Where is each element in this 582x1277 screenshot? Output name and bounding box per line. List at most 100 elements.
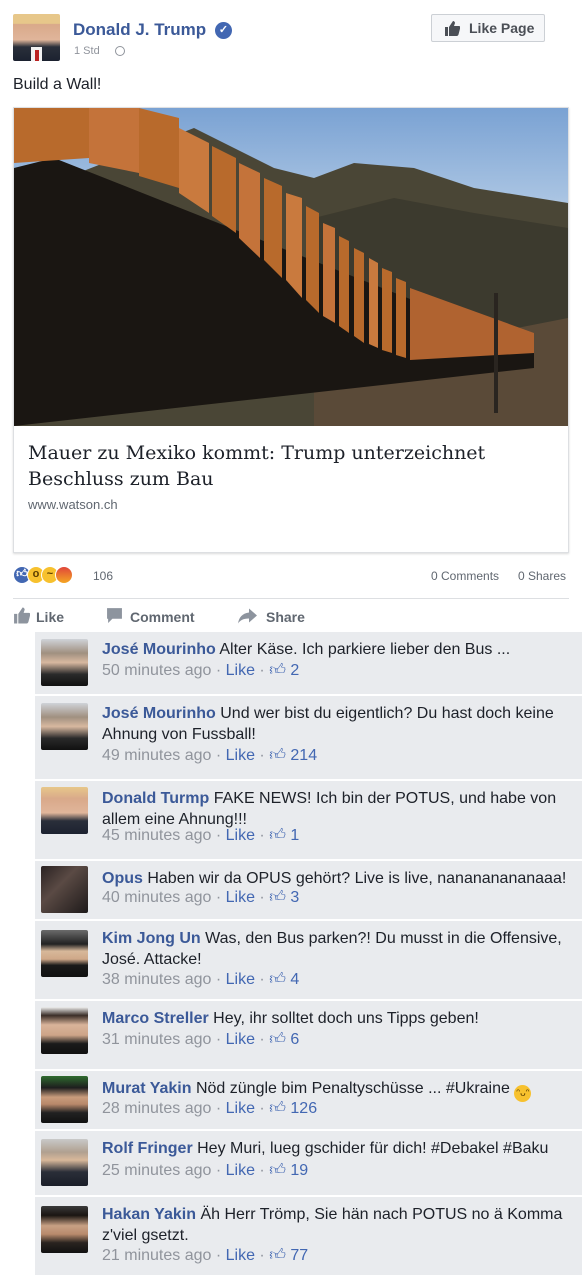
comment-item: Opus Haben wir da OPUS gehört? Live is l… (35, 861, 582, 921)
tears-of-joy-emoji-icon: ᵔᴗᵔ (514, 1085, 532, 1102)
comment-meta: 21 minutes ago · Like · 👍︎ 77 (102, 1247, 309, 1264)
comment-item: José Mourinho Und wer bist du eigentlich… (35, 696, 582, 781)
comment-like-count[interactable]: 1 (290, 827, 299, 844)
comment-time[interactable]: 38 minutes ago (102, 971, 211, 988)
commenter-name[interactable]: Hakan Yakin (102, 1206, 196, 1223)
commenter-name[interactable]: José Mourinho (102, 705, 216, 722)
comment-like-link[interactable]: Like (226, 1247, 255, 1264)
comment-meta: 49 minutes ago · Like · 👍︎ 214 (102, 747, 318, 764)
reaction-count[interactable]: 106 (93, 569, 113, 583)
page-avatar[interactable] (13, 14, 60, 61)
comment-time[interactable]: 49 minutes ago (102, 747, 211, 764)
commenter-avatar[interactable] (41, 1007, 88, 1054)
like-label: Like (36, 609, 65, 625)
comment-time[interactable]: 25 minutes ago (102, 1162, 211, 1179)
commenter-avatar[interactable] (41, 639, 88, 686)
like-page-label: Like Page (469, 20, 535, 36)
comment-meta: 40 minutes ago · Like · 👍︎ 3 (102, 889, 300, 906)
comment-meta: 50 minutes ago · Like · 👍︎ 2 (102, 662, 300, 679)
link-domain: www.watson.ch (28, 497, 118, 512)
comment-time[interactable]: 21 minutes ago (102, 1247, 211, 1264)
commenter-name[interactable]: Rolf Fringer (102, 1140, 193, 1157)
comment-like-link[interactable]: Like (226, 662, 255, 679)
comment-time[interactable]: 45 minutes ago (102, 827, 211, 844)
commenter-avatar[interactable] (41, 930, 88, 977)
comment-like-link[interactable]: Like (226, 1031, 255, 1048)
commenter-avatar[interactable] (41, 787, 88, 834)
thumbs-up-icon: 👍︎ (269, 747, 286, 764)
comment-time[interactable]: 28 minutes ago (102, 1100, 211, 1117)
comment-like-link[interactable]: Like (226, 747, 255, 764)
post-header: Donald J. Trump ✓ 1 Std Like Page (13, 14, 569, 64)
link-title[interactable]: Mauer zu Mexiko kommt: Trump unterzeichn… (28, 440, 548, 492)
comment-like-link[interactable]: Like (226, 1162, 255, 1179)
reactions-summary[interactable]: 👍︎ o ~ 106 0 Comments 0 Shares (13, 565, 569, 589)
thumbs-up-icon (13, 607, 31, 627)
like-page-button[interactable]: Like Page (431, 14, 545, 42)
thumbs-up-icon: 👍︎ (269, 971, 286, 988)
thumbs-up-icon: 👍︎ (269, 827, 286, 844)
comment-like-link[interactable]: Like (226, 971, 255, 988)
comment-like-count[interactable]: 126 (290, 1100, 317, 1117)
comment-like-count[interactable]: 214 (290, 747, 317, 764)
share-label: Share (266, 609, 305, 625)
comment-text: Haben wir da OPUS gehört? Live is live, … (147, 870, 567, 887)
thumbs-up-icon: 👍︎ (269, 1247, 286, 1264)
comment-like-count[interactable]: 2 (290, 662, 299, 679)
comment-like-count[interactable]: 4 (290, 971, 299, 988)
thumbs-up-icon (444, 21, 461, 39)
comment-item: Rolf Fringer Hey Muri, lueg gschider für… (35, 1131, 582, 1197)
comment-like-count[interactable]: 77 (290, 1247, 308, 1264)
post-actions: Like Comment Share (13, 605, 569, 629)
thumbs-up-icon: 👍︎ (269, 1100, 286, 1117)
comment-like-count[interactable]: 19 (290, 1162, 308, 1179)
border-wall-photo[interactable] (14, 108, 568, 426)
comment-item: Hakan Yakin Äh Herr Trömp, Sie hän nach … (35, 1197, 582, 1277)
comment-item: Donald Turmp FAKE NEWS! Ich bin der POTU… (35, 781, 582, 861)
comments-count-link[interactable]: 0 Comments (431, 569, 499, 583)
comment-text: Nöd züngle bim Penaltyschüsse ... #Ukrai… (195, 1080, 510, 1097)
comment-like-link[interactable]: Like (226, 827, 255, 844)
commenter-avatar[interactable] (41, 1206, 88, 1253)
comment-item: Marco Streller Hey, ihr solltet doch uns… (35, 1001, 582, 1071)
commenter-name[interactable]: Opus (102, 870, 143, 887)
commenter-avatar[interactable] (41, 866, 88, 913)
thumbs-up-icon: 👍︎ (269, 1162, 286, 1179)
commenter-avatar[interactable] (41, 1139, 88, 1186)
comment-item: Murat Yakin Nöd züngle bim Penaltyschüss… (35, 1071, 582, 1131)
comment-text: Alter Käse. Ich parkiere lieber den Bus … (219, 641, 511, 658)
commenter-avatar[interactable] (41, 703, 88, 750)
comment-meta: 28 minutes ago · Like · 👍︎ 126 (102, 1100, 318, 1117)
link-preview-card[interactable]: Mauer zu Mexiko kommt: Trump unterzeichn… (13, 107, 569, 553)
commenter-avatar[interactable] (41, 1076, 88, 1123)
page-name-link[interactable]: Donald J. Trump (73, 20, 206, 40)
post-text: Build a Wall! (13, 76, 102, 93)
comment-like-count[interactable]: 6 (290, 1031, 299, 1048)
comment-like-link[interactable]: Like (226, 1100, 255, 1117)
comment-time[interactable]: 31 minutes ago (102, 1031, 211, 1048)
comment-meta: 38 minutes ago · Like · 👍︎ 4 (102, 971, 300, 988)
comment-meta: 25 minutes ago · Like · 👍︎ 19 (102, 1162, 309, 1179)
comment-time[interactable]: 50 minutes ago (102, 662, 211, 679)
comment-item: Kim Jong Un Was, den Bus parken?! Du mus… (35, 921, 582, 1001)
commenter-name[interactable]: Kim Jong Un (102, 930, 201, 947)
comment-icon (106, 607, 123, 627)
comment-meta: 31 minutes ago · Like · 👍︎ 6 (102, 1031, 300, 1048)
comment-like-link[interactable]: Like (226, 889, 255, 906)
commenter-name[interactable]: Marco Streller (102, 1010, 209, 1027)
commenter-name[interactable]: José Mourinho (102, 641, 216, 658)
thumbs-up-icon: 👍︎ (269, 662, 286, 679)
verified-badge-icon: ✓ (215, 22, 232, 39)
comment-time[interactable]: 40 minutes ago (102, 889, 211, 906)
thumbs-up-icon: 👍︎ (269, 1031, 286, 1048)
shares-count-link[interactable]: 0 Shares (518, 569, 566, 583)
comment-text: Hey Muri, lueg gschider für dich! #Debak… (197, 1140, 549, 1157)
post-timestamp[interactable]: 1 Std (74, 45, 100, 57)
share-arrow-icon (238, 607, 258, 627)
comment-like-count[interactable]: 3 (290, 889, 299, 906)
commenter-name[interactable]: Donald Turmp (102, 790, 209, 807)
comment-label: Comment (130, 609, 195, 625)
commenter-name[interactable]: Murat Yakin (102, 1080, 192, 1097)
comment-text: Hey, ihr solltet doch uns Tipps geben! (213, 1010, 479, 1027)
angry-reaction-icon (55, 566, 73, 584)
